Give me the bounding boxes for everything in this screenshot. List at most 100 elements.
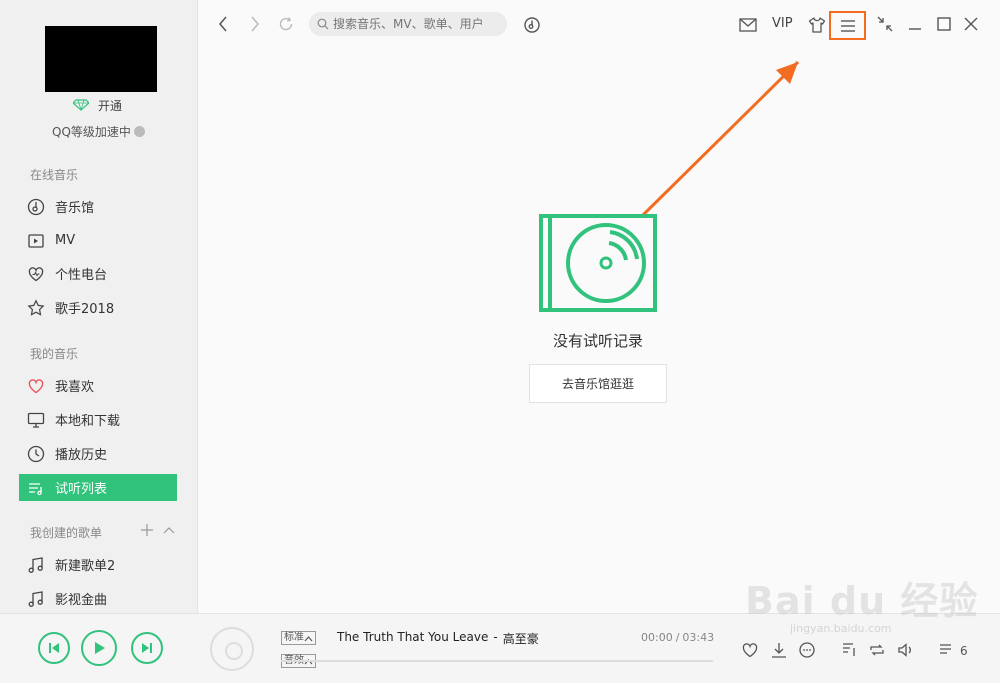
sidebar-item-music-hall[interactable]: 音乐馆 [19, 193, 177, 220]
diamond-icon [73, 99, 89, 111]
repeat-icon[interactable] [868, 641, 886, 659]
download-icon[interactable] [770, 641, 788, 659]
section-title-online: 在线音乐 [30, 168, 79, 182]
song-artist[interactable]: 高至豪 [503, 630, 539, 647]
queue-count[interactable]: 6 [960, 644, 968, 658]
music-hall-icon [27, 198, 45, 215]
minimize-button[interactable] [905, 14, 925, 34]
empty-state-message: 没有试听记录 [552, 332, 643, 350]
album-cover-placeholder[interactable] [210, 627, 254, 671]
created-playlist-tools [140, 523, 176, 537]
next-icon [142, 643, 152, 653]
heart-icon [28, 378, 44, 393]
qq-level-status[interactable]: QQ等级加速中 [52, 123, 145, 140]
search-input[interactable] [333, 17, 503, 31]
level-badge-icon [133, 126, 145, 137]
sidebar: 开通 QQ等级加速中 在线音乐 音乐馆 MV 个性电台 歌手2018 我的音乐 … [0, 0, 198, 613]
tshirt-icon [808, 17, 826, 33]
refresh-icon [279, 17, 293, 31]
now-playing-info: The Truth That You Leave - 高至豪 [337, 630, 539, 647]
watermark-brand: Bai du 经验 [745, 579, 979, 623]
sidebar-item-label: 本地和下载 [55, 414, 121, 429]
play-time: 00:00 / 03:43 [641, 631, 714, 644]
maximize-button[interactable] [934, 14, 954, 34]
sidebar-item-singer[interactable]: 歌手2018 [19, 294, 177, 321]
sidebar-item-label: 播放历史 [55, 448, 108, 463]
play-button[interactable] [81, 630, 117, 666]
music-note-icon [28, 590, 43, 607]
quality-label: 标准 [284, 632, 304, 643]
sidebar-item-label: 歌手2018 [55, 302, 115, 317]
chevron-up-icon [304, 635, 313, 641]
like-icon[interactable] [741, 641, 759, 659]
sidebar-item-label: 音乐馆 [55, 201, 95, 216]
total-time: 03:43 [682, 631, 715, 644]
vip-button[interactable]: VIP [772, 16, 793, 31]
lyrics-icon[interactable] [840, 641, 858, 659]
current-time: 00:00 [641, 631, 673, 644]
main-menu-button[interactable] [829, 11, 866, 40]
next-button[interactable] [131, 632, 163, 664]
sidebar-item-label: 我喜欢 [55, 380, 95, 395]
quality-selector[interactable]: 标准 [281, 631, 316, 645]
vip-open-link[interactable]: 开通 [73, 97, 122, 113]
progress-bar[interactable] [281, 660, 713, 662]
sidebar-item-label: 个性电台 [55, 268, 108, 283]
sidebar-item-trial-list[interactable]: 试听列表 [19, 474, 177, 501]
empty-record-illustration [539, 214, 657, 312]
vip-open-label: 开通 [98, 98, 123, 113]
sidebar-item-playlist-film[interactable]: 影视金曲 [19, 585, 177, 612]
forward-button[interactable] [246, 14, 264, 34]
sidebar-item-mv[interactable]: MV [19, 227, 177, 254]
music-note-icon [28, 556, 43, 573]
goto-music-hall-button[interactable]: 去音乐馆逛逛 [529, 364, 667, 403]
previous-button[interactable] [38, 632, 70, 664]
sidebar-item-playlist-new[interactable]: 新建歌单2 [19, 551, 177, 578]
shrink-icon [877, 16, 893, 32]
avatar[interactable] [45, 26, 157, 92]
song-recognition-icon [524, 17, 540, 33]
section-title-created: 我创建的歌单 [30, 526, 103, 540]
title-separator: - [493, 630, 498, 644]
chevron-right-icon [251, 16, 259, 32]
sidebar-item-local-download[interactable]: 本地和下载 [19, 406, 177, 433]
sidebar-item-favorites[interactable]: 我喜欢 [19, 372, 177, 399]
chevron-left-icon [219, 16, 227, 32]
watermark-url: jingyan.baidu.com [790, 622, 892, 635]
search-box[interactable] [309, 12, 507, 36]
mail-icon [739, 18, 757, 32]
volume-icon[interactable] [897, 641, 915, 659]
refresh-button[interactable] [276, 14, 296, 34]
annotation-arrow [640, 60, 800, 218]
search-icon [317, 18, 329, 30]
sidebar-item-history[interactable]: 播放历史 [19, 440, 177, 467]
close-icon [964, 17, 978, 31]
clock-icon [27, 445, 45, 462]
back-button[interactable] [214, 14, 232, 34]
monitor-icon [27, 412, 45, 428]
sidebar-item-label: 试听列表 [55, 482, 108, 497]
messages-button[interactable] [737, 15, 759, 35]
comment-icon[interactable] [798, 641, 816, 659]
sidebar-item-radio[interactable]: 个性电台 [19, 260, 177, 287]
playlist-icon [29, 482, 42, 495]
recognize-music-button[interactable] [521, 14, 543, 36]
add-icon[interactable] [140, 523, 154, 537]
hamburger-menu-icon [840, 19, 855, 32]
close-button[interactable] [961, 14, 981, 34]
mini-mode-button[interactable] [875, 14, 895, 34]
time-separator: / [675, 631, 680, 644]
play-queue-icon[interactable] [938, 641, 956, 659]
maximize-icon [937, 17, 951, 31]
sidebar-item-label: 新建歌单2 [55, 559, 116, 574]
sidebar-item-label: MV [55, 233, 76, 248]
chevron-up-icon[interactable] [162, 523, 176, 537]
sidebar-item-label: 影视金曲 [55, 593, 108, 608]
skin-button[interactable] [806, 14, 828, 36]
top-bar: VIP [199, 0, 1000, 50]
radio-icon [28, 266, 44, 281]
mv-icon [28, 233, 44, 248]
song-title[interactable]: The Truth That You Leave [337, 630, 488, 647]
star-icon [27, 298, 45, 316]
play-icon [95, 642, 105, 654]
